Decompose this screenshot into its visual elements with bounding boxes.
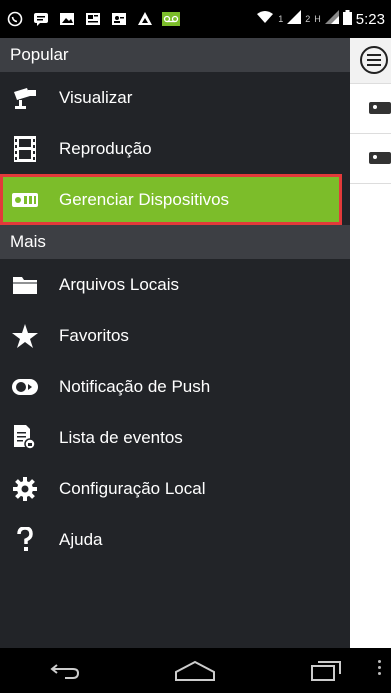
- menu-item-label: Reprodução: [59, 138, 152, 158]
- menu-item-label: Favoritos: [59, 325, 129, 345]
- wifi-icon: [256, 10, 274, 28]
- menu-item-gerenciar-dispositivos[interactable]: Gerenciar Dispositivos: [0, 174, 342, 225]
- gear-icon: [12, 476, 38, 502]
- help-icon: [12, 526, 38, 553]
- device-list-screen: [350, 38, 391, 648]
- menu-item-label: Notificação de Push: [59, 376, 211, 396]
- app-header: [350, 38, 391, 84]
- clock: 5:23: [355, 10, 385, 28]
- more-icon[interactable]: [378, 660, 381, 675]
- system-icons: 1 2 H 5:23: [256, 9, 385, 29]
- camera-icon: [12, 85, 38, 111]
- event-list-icon: [12, 424, 38, 451]
- chat-icon: [32, 11, 50, 27]
- contacts-icon: [110, 11, 128, 27]
- menu-item-label: Visualizar: [59, 87, 133, 107]
- menu-item-favoritos[interactable]: Favoritos: [0, 310, 350, 361]
- device-icon: [12, 187, 38, 213]
- menu-icon[interactable]: [360, 46, 388, 74]
- device-icon: [369, 152, 391, 164]
- whatsapp-icon: [6, 11, 24, 27]
- star-icon: [12, 323, 38, 349]
- recents-icon[interactable]: [304, 656, 348, 686]
- menu-item-label: Configuração Local: [59, 478, 206, 498]
- signal-icon: [287, 10, 302, 28]
- sim1-label: 1: [278, 14, 284, 24]
- menu-item-reproducao[interactable]: Reprodução: [0, 123, 350, 174]
- toggle-icon: [12, 374, 38, 400]
- status-bar: 1 2 H 5:23: [0, 0, 391, 38]
- menu-item-label: Gerenciar Dispositivos: [59, 189, 230, 209]
- film-icon: [12, 135, 38, 162]
- drive-icon: [136, 11, 154, 27]
- menu-item-configuracao-local[interactable]: Configuração Local: [0, 463, 350, 514]
- navigation-drawer: Popular Visualizar Reprodução Gerenciar …: [0, 38, 350, 648]
- sim2-label: 2: [305, 14, 311, 24]
- back-icon[interactable]: [43, 656, 87, 686]
- menu-item-label: Lista de eventos: [59, 427, 183, 447]
- section-header-popular: Popular: [0, 38, 350, 72]
- menu-item-notificacao-push[interactable]: Notificação de Push: [0, 361, 350, 412]
- battery-icon: [342, 9, 352, 29]
- image-icon: [58, 11, 76, 27]
- network-label: H: [314, 14, 321, 24]
- voicemail-icon: [162, 11, 180, 27]
- menu-item-visualizar[interactable]: Visualizar: [0, 72, 350, 123]
- folder-icon: [12, 272, 38, 298]
- menu-item-ajuda[interactable]: Ajuda: [0, 514, 350, 565]
- menu-item-arquivos-locais[interactable]: Arquivos Locais: [0, 259, 350, 310]
- menu-item-label: Arquivos Locais: [59, 274, 180, 294]
- device-icon: [369, 102, 391, 114]
- device-row[interactable]: [350, 134, 391, 184]
- menu-item-label: Ajuda: [59, 529, 103, 549]
- system-nav-bar: [0, 648, 391, 693]
- home-icon[interactable]: [173, 656, 217, 686]
- section-header-mais: Mais: [0, 225, 350, 259]
- device-row[interactable]: [350, 84, 391, 134]
- signal2-icon: [324, 10, 339, 28]
- news-icon: [84, 11, 102, 27]
- notification-icons: [6, 11, 180, 27]
- menu-item-lista-eventos[interactable]: Lista de eventos: [0, 412, 350, 463]
